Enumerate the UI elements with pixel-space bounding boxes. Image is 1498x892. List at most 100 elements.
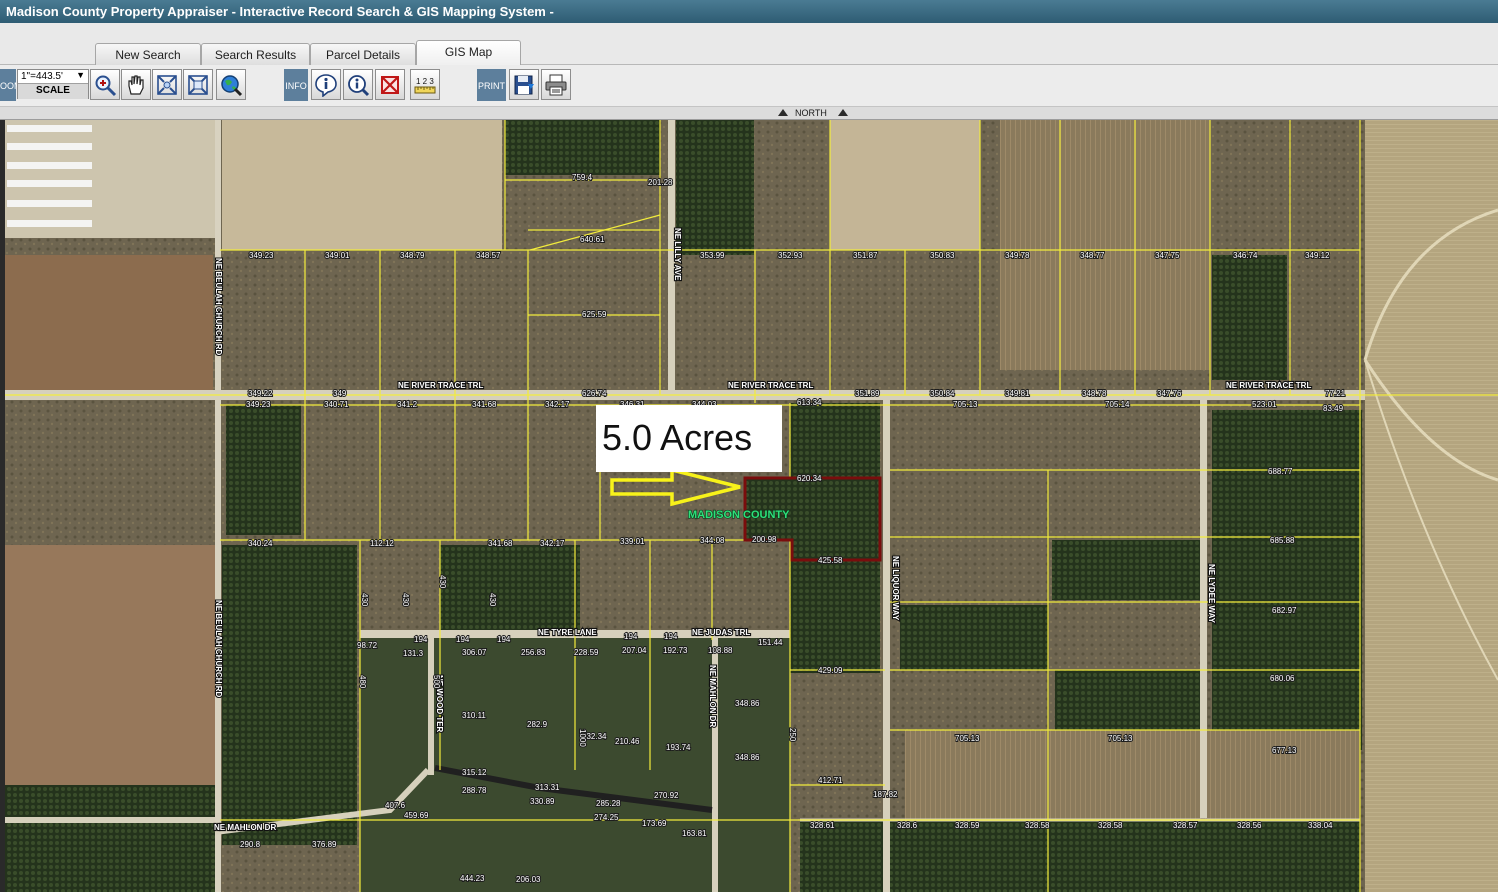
parcel-dimension: 640.61 (580, 235, 605, 244)
parcel-dimension: 430 (360, 593, 369, 607)
parcel-dimension: 412.71 (818, 776, 843, 785)
road-label: NE BEULAH CHURCH RD (214, 258, 223, 356)
parcel-dimension: 349.81 (1005, 389, 1030, 398)
parcel-dimension: 351.89 (855, 389, 880, 398)
field (5, 255, 213, 400)
pine-stand (900, 605, 1048, 670)
print-icon (545, 74, 567, 95)
identify-button[interactable] (311, 69, 341, 100)
parcel-dimension: 342.17 (540, 539, 565, 548)
measure-button[interactable]: 1 2 3 (410, 69, 440, 100)
scale-selector[interactable]: 1"=443.5' ▼ SCALE (17, 69, 89, 99)
parcel-dimension: 328.59 (955, 821, 980, 830)
parcel-dimension: 315.12 (462, 768, 487, 777)
clear-selection-button[interactable] (375, 69, 405, 100)
dropdown-arrow-icon[interactable]: ▼ (76, 70, 85, 80)
parcel-dimension: 705.14 (1105, 400, 1130, 409)
parcel-dimension: 680.06 (1270, 674, 1295, 683)
parcel-dimension: 98.72 (357, 641, 378, 650)
parcel-dimension: 349 (333, 389, 347, 398)
tab-parcel-details[interactable]: Parcel Details (310, 43, 416, 65)
parcel-dimension: 285.28 (596, 799, 621, 808)
scale-value: 1"=443.5' (21, 71, 63, 82)
parcel-dimension: 328.6 (897, 821, 918, 830)
pine-stand (5, 785, 215, 892)
parcel-dimension: 228.59 (574, 648, 599, 657)
print-button[interactable] (541, 69, 571, 100)
parcel-dimension: 328.58 (1098, 821, 1123, 830)
save-button[interactable] (509, 69, 539, 100)
zoom-out-button[interactable] (183, 69, 213, 100)
parcel-dimension: 194 (456, 635, 470, 644)
pine-stand (1212, 410, 1362, 750)
parcel-dimension: 620.34 (797, 474, 822, 483)
info-group-label: INFO (284, 69, 308, 101)
acreage-callout: 5.0 Acres (596, 405, 782, 472)
parcel-dimension: 350.84 (930, 389, 955, 398)
tab-new-search[interactable]: New Search (95, 43, 201, 65)
parcel-dimension: 688.77 (1268, 467, 1293, 476)
parcel-dimension: 349.23 (249, 251, 274, 260)
pine-stand (440, 545, 580, 630)
parcel-dimension: 194 (497, 635, 511, 644)
parcel-dimension: 625.59 (582, 310, 607, 319)
parcel-dimension: 341.68 (488, 539, 513, 548)
field (222, 120, 502, 250)
tab-search-results[interactable]: Search Results (201, 43, 310, 65)
globe-button[interactable] (216, 69, 246, 100)
parcel-dimension: 349.23 (246, 400, 271, 409)
parcel-dimension: 347.76 (1157, 389, 1182, 398)
parcel-dimension: 677.13 (1272, 746, 1297, 755)
parcel-dimension: 682.97 (1272, 606, 1297, 615)
road (428, 635, 434, 775)
parcel-dimension: 339.01 (620, 537, 645, 546)
pan-button[interactable] (121, 69, 151, 100)
pine-stand (226, 405, 301, 535)
parcel-dimension: 429.09 (818, 666, 843, 675)
parcel-dimension: 348.86 (735, 753, 760, 762)
road-label: NE MAHLON DR (214, 823, 276, 832)
zoom-in-button[interactable] (90, 69, 120, 100)
parcel-dimension: 430 (488, 593, 497, 607)
parcel-dimension: 430 (438, 575, 447, 589)
parcel-dimension: 270.92 (654, 791, 679, 800)
parcel-dimension: 207.04 (622, 646, 647, 655)
north-arrow-icon[interactable] (838, 109, 848, 116)
parcel-dimension: 163.81 (682, 829, 707, 838)
parcel-dimension: 290.8 (240, 840, 261, 849)
aerial-map[interactable]: NE RIVER TRACE TRL NE RIVER TRACE TRL NE… (0, 120, 1498, 892)
parcel-dimension: 685.88 (1270, 536, 1295, 545)
parcel-dimension: 348.57 (476, 251, 501, 260)
parcel-dimension: 330.89 (530, 797, 555, 806)
ruler-text: 1 2 3 (416, 77, 434, 86)
zoom-out-icon (188, 74, 208, 95)
parcel-dimension: 350.83 (930, 251, 955, 260)
parcel-dimension: 328.57 (1173, 821, 1198, 830)
gis-map[interactable]: NE RIVER TRACE TRL NE RIVER TRACE TRL NE… (0, 120, 1498, 892)
parcel-dimension: 705.13 (1108, 734, 1133, 743)
parcel-dimension: 705.13 (953, 400, 978, 409)
road-label: NE LILLY AVE (673, 228, 682, 281)
pine-stand (1212, 255, 1287, 380)
parcel-dimension: 306.07 (462, 648, 487, 657)
zoom-extent-button[interactable] (152, 69, 182, 100)
query-button[interactable] (343, 69, 373, 100)
parcel-dimension: 425.58 (818, 556, 843, 565)
parcel-dimension: 613.34 (797, 398, 822, 407)
north-arrow-icon[interactable] (778, 109, 788, 116)
parcel-dimension: 500 (432, 675, 441, 689)
tab-strip: New Search Search Results Parcel Details… (0, 23, 1498, 66)
globe-icon (221, 74, 243, 96)
field (1000, 120, 1210, 370)
parcel-dimension: 151.44 (758, 638, 783, 647)
parcel-dimension: 194 (664, 632, 678, 641)
parcel-dimension: 328.58 (1025, 821, 1050, 830)
window-title: Madison County Property Appraiser - Inte… (0, 0, 1498, 23)
tab-gis-map[interactable]: GIS Map (416, 40, 521, 66)
parcel-dimension: 352.93 (778, 251, 803, 260)
north-bar: NORTH (0, 107, 1498, 120)
parcel-dimension: 206.03 (516, 875, 541, 884)
parcel-dimension: 348.78 (1082, 389, 1107, 398)
parcel-dimension: 328.56 (1237, 821, 1262, 830)
parcel-dimension: 349.22 (248, 389, 273, 398)
